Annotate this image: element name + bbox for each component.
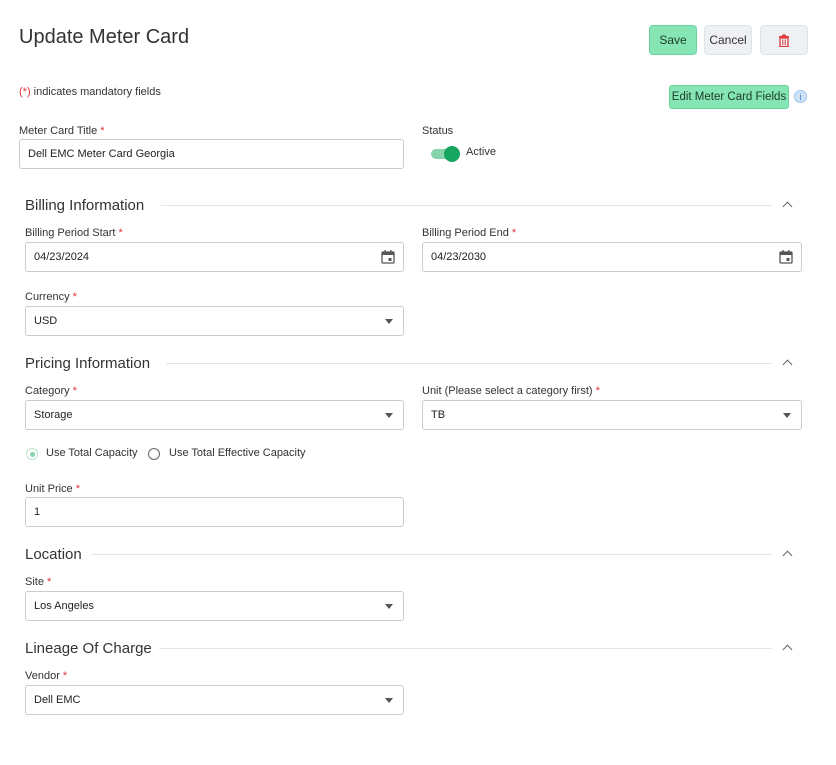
- vendor-label: Vendor *: [25, 670, 67, 682]
- radio-use-total-capacity-label[interactable]: Use Total Capacity: [46, 447, 138, 459]
- unit-label: Unit (Please select a category first) *: [422, 385, 600, 397]
- unit-select[interactable]: TB: [422, 400, 802, 430]
- billing-start-label-text: Billing Period Start: [25, 227, 116, 239]
- radio-use-total-effective-capacity-label[interactable]: Use Total Effective Capacity: [169, 447, 306, 459]
- unit-price-value: 1: [34, 506, 41, 518]
- vendor-label-text: Vendor: [25, 670, 60, 682]
- required-marker: *: [62, 670, 68, 682]
- required-marker: *: [72, 291, 77, 303]
- category-label-text: Category: [25, 385, 70, 397]
- chevron-down-icon: [385, 412, 393, 418]
- required-marker: *: [72, 385, 77, 397]
- chevron-down-icon: [385, 603, 393, 609]
- chevron-up-icon[interactable]: [782, 359, 793, 370]
- billing-end-label-text: Billing Period End: [422, 227, 509, 239]
- chevron-up-icon[interactable]: [782, 644, 793, 655]
- cancel-button[interactable]: Cancel: [704, 25, 752, 55]
- chevron-down-icon: [385, 318, 393, 324]
- status-toggle[interactable]: [431, 146, 460, 162]
- currency-label: Currency *: [25, 291, 77, 303]
- meter-card-title-label-text: Meter Card Title: [19, 125, 98, 137]
- unit-label-text: Unit (Please select a category first): [422, 385, 593, 397]
- pricing-section-title: Pricing Information: [25, 355, 151, 372]
- toggle-knob: [444, 146, 460, 162]
- unit-price-label-text: Unit Price: [25, 483, 73, 495]
- site-label-text: Site: [25, 576, 44, 588]
- section-divider: [91, 554, 772, 555]
- billing-end-value: 04/23/2030: [431, 251, 487, 263]
- billing-section-title: Billing Information: [25, 197, 145, 214]
- section-divider: [161, 205, 772, 206]
- chevron-down-icon: [783, 412, 791, 418]
- info-icon[interactable]: i: [794, 90, 807, 103]
- mandatory-note: (*) indicates mandatory fields: [19, 86, 161, 98]
- save-button[interactable]: Save: [649, 25, 697, 55]
- unit-price-input[interactable]: 1: [25, 497, 404, 527]
- required-marker: *: [100, 125, 105, 137]
- billing-end-input[interactable]: 04/23/2030: [422, 242, 802, 272]
- billing-start-input[interactable]: 04/23/2024: [25, 242, 404, 272]
- radio-use-total-capacity[interactable]: [26, 448, 38, 460]
- trash-icon: [779, 34, 789, 47]
- chevron-up-icon[interactable]: [782, 550, 793, 561]
- mandatory-asterisk: (*): [19, 86, 31, 98]
- meter-card-title-label: Meter Card Title *: [19, 125, 105, 137]
- location-section-title: Location: [25, 546, 82, 563]
- chevron-up-icon[interactable]: [782, 201, 793, 212]
- mandatory-text: indicates mandatory fields: [33, 86, 161, 98]
- delete-button[interactable]: [760, 25, 808, 55]
- required-marker: *: [46, 576, 52, 588]
- vendor-select[interactable]: Dell EMC: [25, 685, 404, 715]
- vendor-value: Dell EMC: [34, 694, 81, 706]
- site-select[interactable]: Los Angeles: [25, 591, 404, 621]
- site-value: Los Angeles: [34, 600, 94, 612]
- currency-select[interactable]: USD: [25, 306, 404, 336]
- meter-card-title-input[interactable]: Dell EMC Meter Card Georgia: [19, 139, 404, 169]
- radio-use-total-effective-capacity[interactable]: [148, 448, 160, 460]
- edit-meter-card-fields-button[interactable]: Edit Meter Card Fields: [669, 85, 789, 109]
- calendar-icon[interactable]: [381, 250, 395, 264]
- billing-start-value: 04/23/2024: [34, 251, 90, 263]
- status-label: Status: [422, 125, 454, 137]
- currency-label-text: Currency: [25, 291, 70, 303]
- category-value: Storage: [34, 409, 73, 421]
- category-select[interactable]: Storage: [25, 400, 404, 430]
- required-marker: *: [118, 227, 123, 239]
- meter-card-title-value: Dell EMC Meter Card Georgia: [28, 148, 175, 160]
- required-marker: *: [595, 385, 600, 397]
- billing-end-label: Billing Period End *: [422, 227, 516, 239]
- required-marker: *: [75, 483, 80, 495]
- chevron-down-icon: [385, 697, 393, 703]
- unit-value: TB: [431, 409, 446, 421]
- currency-value: USD: [34, 315, 58, 327]
- page-title: Update Meter Card: [19, 26, 190, 48]
- section-divider: [166, 363, 772, 364]
- unit-price-label: Unit Price *: [25, 483, 80, 495]
- section-divider: [159, 648, 772, 649]
- calendar-icon[interactable]: [779, 250, 793, 264]
- required-marker: *: [511, 227, 517, 239]
- lineage-section-title: Lineage Of Charge: [25, 640, 152, 657]
- status-value: Active: [466, 146, 496, 158]
- billing-start-label: Billing Period Start *: [25, 227, 123, 239]
- site-label: Site *: [25, 576, 51, 588]
- category-label: Category *: [25, 385, 77, 397]
